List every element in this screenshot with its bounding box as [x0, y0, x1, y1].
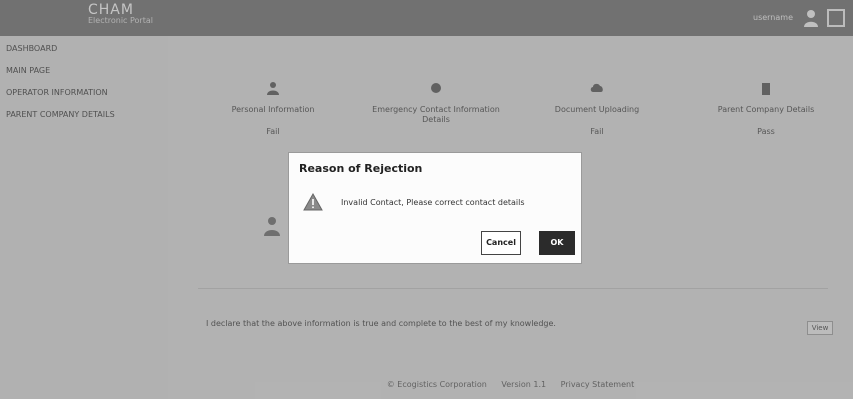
cancel-button[interactable]: Cancel	[481, 231, 521, 255]
dialog-title: Reason of Rejection	[299, 162, 423, 175]
rejection-dialog: Reason of Rejection Invalid Contact, Ple…	[288, 152, 582, 264]
dialog-message: Invalid Contact, Please correct contact …	[341, 198, 525, 207]
warning-icon	[303, 193, 323, 211]
ok-button[interactable]: OK	[539, 231, 575, 255]
